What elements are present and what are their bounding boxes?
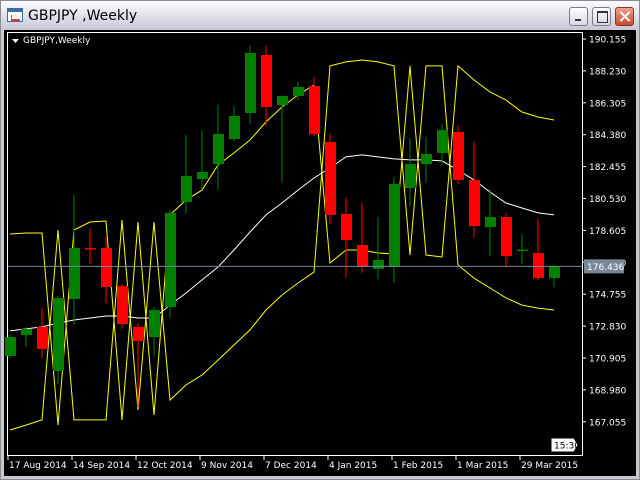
candle-body [421, 153, 432, 165]
price-tick-label: 182.455 [589, 163, 626, 173]
candle-body [309, 85, 320, 135]
candle-body [85, 248, 96, 250]
candle-body [501, 217, 512, 257]
price-tick-label: 188.230 [589, 67, 626, 77]
candle-body [197, 171, 208, 179]
date-tick-label: 17 Aug 2014 [9, 461, 67, 471]
candle-body [261, 54, 272, 108]
candle-body [5, 337, 16, 356]
current-price-label: 176.436 [587, 263, 624, 273]
price-tick-label: 190.155 [589, 35, 626, 45]
candle-body [517, 249, 528, 252]
date-tick-label: 9 Nov 2014 [201, 461, 253, 471]
candle-body [165, 212, 176, 308]
candle-body [101, 248, 112, 288]
candle-body [293, 86, 304, 96]
date-tick-label: 29 Mar 2015 [521, 461, 578, 471]
date-tick-label: 1 Mar 2015 [457, 461, 508, 471]
candle-body [549, 266, 560, 279]
candle-body [373, 259, 384, 269]
price-tick-label: 174.755 [589, 291, 626, 301]
candle-body [469, 179, 480, 227]
candle-body [485, 217, 496, 228]
date-tick-label: 12 Oct 2014 [137, 461, 193, 471]
candle [165, 209, 176, 318]
candle-body [325, 141, 336, 215]
candle-body [37, 326, 48, 349]
candle-body [533, 253, 544, 279]
price-tick-label: 178.605 [589, 227, 626, 237]
candle [117, 284, 128, 329]
candle-body [133, 326, 144, 342]
candle [453, 124, 464, 184]
price-tick-label: 167.055 [589, 418, 626, 428]
candle [245, 46, 256, 124]
price-tick-label: 184.380 [589, 131, 626, 141]
date-tick-label: 1 Feb 2015 [393, 461, 443, 471]
price-tick-label: 186.305 [589, 99, 626, 109]
date-tick-label: 4 Jan 2015 [329, 461, 377, 471]
price-chart[interactable]: 190.155 188.230 186.305 184.380 182.455 180.5… [0, 0, 640, 480]
candle-body [53, 297, 64, 372]
candle-body [437, 130, 448, 153]
price-tick-label: 168.980 [589, 386, 626, 396]
chart-symbol-label: GBPJPY,Weekly [23, 36, 91, 46]
candle-body [245, 52, 256, 113]
candle-body [277, 95, 288, 106]
candle-body [21, 328, 32, 336]
candle [5, 334, 16, 359]
candle-body [405, 164, 416, 189]
candle [53, 295, 64, 384]
candle-body [453, 132, 464, 180]
date-tick-label: 7 Dec 2014 [265, 461, 317, 471]
candle-body [117, 286, 128, 324]
date-tick-label: 14 Sep 2014 [73, 461, 130, 471]
svg-text:15:30: 15:30 [554, 442, 580, 452]
price-tick-label: 180.530 [589, 195, 626, 205]
candle-body [357, 244, 368, 267]
price-tick-label: 172.830 [589, 323, 626, 333]
candle-body [229, 115, 240, 140]
candle [325, 134, 336, 225]
candle-body [149, 310, 160, 338]
candle-body [181, 175, 192, 202]
candle-body [213, 134, 224, 165]
candle-body [69, 248, 80, 299]
candle-body [389, 183, 400, 267]
candle-body [341, 213, 352, 240]
price-tick-label: 170.905 [589, 355, 626, 365]
